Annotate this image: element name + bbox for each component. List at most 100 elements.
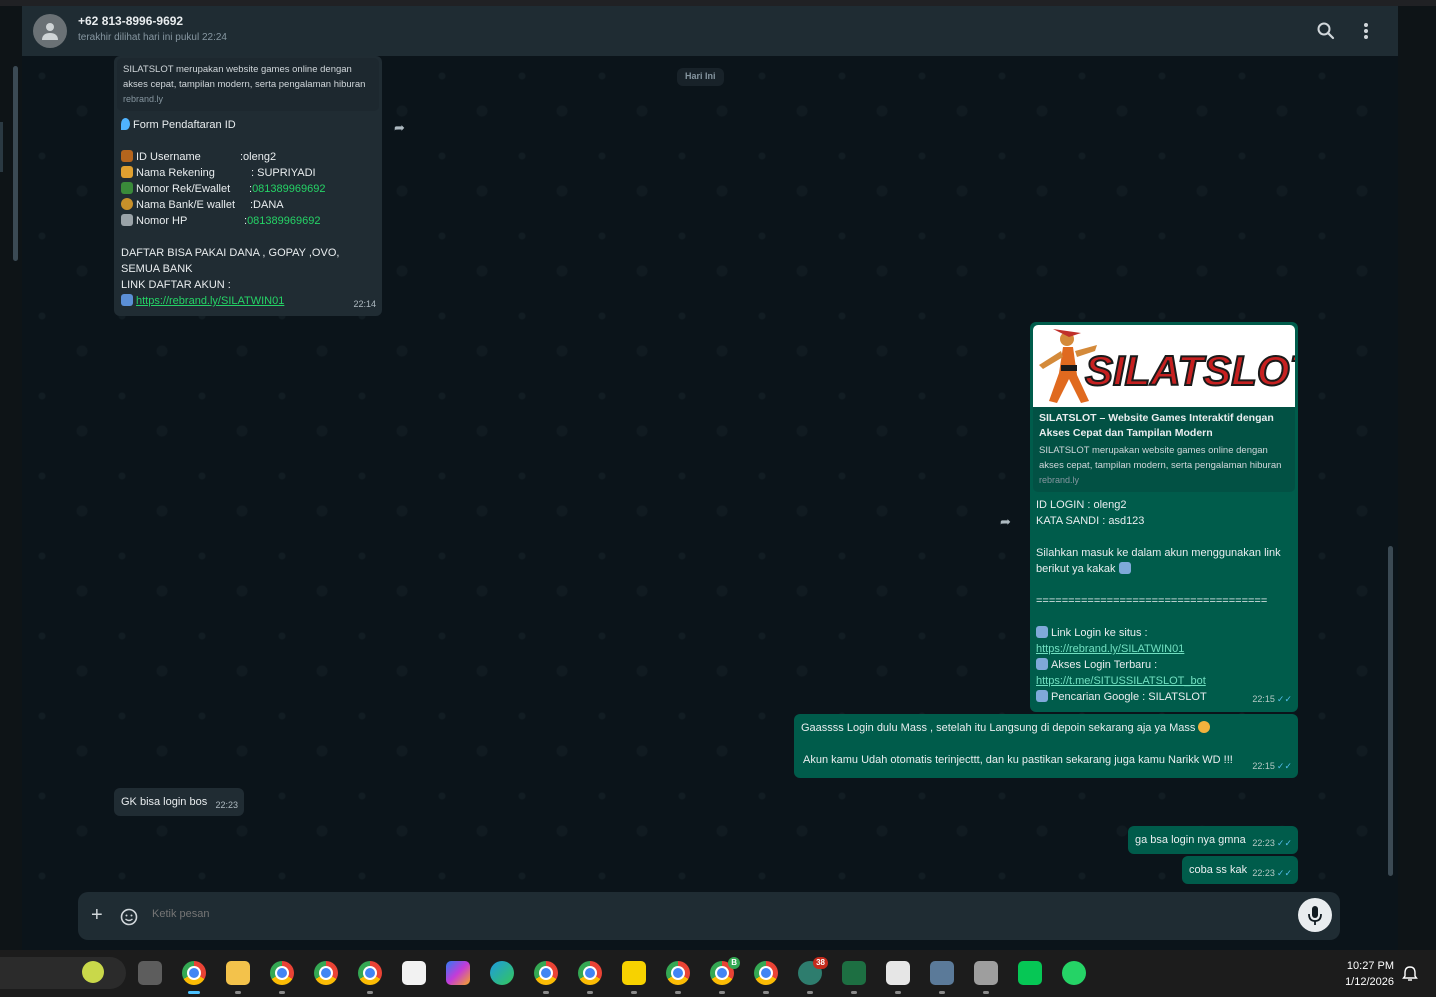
- line-app-icon[interactable]: [1018, 961, 1042, 985]
- arrow-down-icon: [1118, 562, 1131, 574]
- message-text: ga bsa login nya gmna: [1135, 834, 1246, 846]
- chrome-profile-icon[interactable]: [358, 961, 382, 994]
- message-input[interactable]: [152, 908, 1252, 920]
- outgoing-message[interactable]: ga bsa login nya gmna 22:23 ✓✓: [1128, 826, 1298, 854]
- file-explorer-icon[interactable]: [226, 961, 250, 994]
- chrome-profile-icon[interactable]: [754, 961, 778, 994]
- login-link[interactable]: https://rebrand.ly/SILATWIN01: [1036, 643, 1184, 655]
- taskbar-search[interactable]: [0, 957, 126, 989]
- double-check-icon: ✓✓: [1276, 838, 1292, 848]
- chrome-profile-icon[interactable]: [666, 961, 690, 994]
- last-seen-status: terakhir dilihat hari ini pukul 22:24: [78, 32, 227, 43]
- profile-badge: B: [728, 957, 740, 969]
- contact-avatar[interactable]: [33, 14, 67, 48]
- text-editor-icon[interactable]: [886, 961, 910, 994]
- microphone-icon: [1308, 906, 1322, 925]
- task-view-icon[interactable]: [138, 961, 162, 985]
- message-text: Akun kamu Udah otomatis terinjecttt, dan…: [803, 754, 1233, 766]
- right-panel-edge: [1398, 6, 1436, 950]
- arrow-right-icon: [121, 294, 133, 306]
- edge-icon[interactable]: [490, 961, 514, 985]
- phone-number-link[interactable]: 081389969692: [247, 215, 320, 227]
- svg-text:SILATSLOT: SILATSLOT: [1085, 347, 1295, 394]
- incoming-message[interactable]: GK bisa login bos 22:23: [114, 788, 244, 816]
- windows-taskbar: B 38 10:27 PM 1/12/2026: [0, 950, 1436, 997]
- microsoft-store-icon[interactable]: [402, 961, 426, 985]
- attach-plus-icon[interactable]: +: [91, 904, 103, 927]
- syringe-icon: [121, 214, 133, 226]
- excel-icon[interactable]: [842, 961, 866, 994]
- form-title: Form Pendaftaran ID: [133, 119, 236, 131]
- play-icon: [1036, 626, 1048, 638]
- voice-record-button[interactable]: [1298, 898, 1332, 932]
- field-value: :DANA: [250, 199, 284, 211]
- telegram-bot-link[interactable]: https://t.me/SITUSSILATSLOT_bot: [1036, 675, 1206, 687]
- silatslot-logo: SILATSLOT: [1039, 329, 1295, 403]
- copilot-icon[interactable]: [446, 961, 470, 985]
- notification-bell-icon[interactable]: [1402, 965, 1418, 981]
- field-label: ID Username: [136, 151, 201, 163]
- sticky-notes-icon[interactable]: [622, 961, 646, 994]
- forward-icon[interactable]: ➦: [394, 120, 414, 136]
- smiling-face-icon: [1198, 721, 1211, 733]
- register-link[interactable]: https://rebrand.ly/SILATWIN01: [136, 295, 284, 307]
- phone-number-link[interactable]: 081389969692: [252, 183, 325, 195]
- droplet-icon: [121, 118, 130, 130]
- field-label: Nomor Rek/Ewallet: [136, 183, 231, 195]
- system-clock[interactable]: 10:27 PM 1/12/2026: [1330, 958, 1394, 990]
- search-icon[interactable]: [1315, 20, 1337, 42]
- link-preview-domain: rebrand.ly: [123, 94, 164, 104]
- calculator-icon[interactable]: [974, 961, 998, 994]
- message-time: 22:15 ✓✓: [1252, 691, 1292, 707]
- message-body: Form Pendaftaran ID ID Username :oleng2 N…: [114, 111, 382, 309]
- id-badge-icon: [121, 150, 133, 162]
- chrome-profile-icon[interactable]: [578, 961, 602, 994]
- left-panel-edge: [0, 6, 22, 950]
- link-preview[interactable]: SILATSLOT merupakan website games online…: [117, 58, 379, 111]
- message-time: 22:15 ✓✓: [1252, 758, 1292, 774]
- whatsapp-icon[interactable]: [1062, 961, 1086, 985]
- message-text: DAFTAR BISA PAKAI DANA , GOPAY ,OVO, SEM…: [121, 247, 340, 275]
- message-time: 22:23 ✓✓: [1252, 835, 1292, 851]
- field-value: : SUPRIYADI: [251, 167, 316, 179]
- whatsapp-business-icon[interactable]: 38: [798, 957, 828, 994]
- pencil-icon: [121, 166, 133, 178]
- snipping-tool-icon[interactable]: [930, 961, 954, 994]
- message-time: 22:14: [353, 299, 376, 309]
- field-label: Nomor HP: [136, 215, 188, 227]
- chrome-profile-icon[interactable]: [270, 961, 294, 994]
- left-scrollbar[interactable]: [13, 66, 18, 261]
- link-preview[interactable]: SILATSLOT SILATSLOT – Website Games Inte…: [1033, 325, 1295, 492]
- chrome-icon[interactable]: [182, 961, 206, 994]
- message-text: LINK DAFTAR AKUN :: [121, 279, 231, 291]
- outgoing-message-login-info[interactable]: SILATSLOT SILATSLOT – Website Games Inte…: [1030, 322, 1298, 712]
- incoming-message-registration[interactable]: SILATSLOT merupakan website games online…: [114, 56, 382, 316]
- login-id: ID LOGIN : oleng2: [1036, 499, 1127, 511]
- chat-scrollbar[interactable]: [1388, 546, 1393, 876]
- forward-icon[interactable]: ➦: [1000, 514, 1020, 530]
- chrome-profile-icon[interactable]: [534, 961, 558, 994]
- whatsapp-chat-window: +62 813-8996-9692 terakhir dilihat hari …: [22, 6, 1398, 950]
- more-vertical-icon[interactable]: [1355, 20, 1377, 42]
- silatslot-banner-image: SILATSLOT: [1033, 325, 1295, 407]
- person-icon: [42, 23, 58, 40]
- play-icon: [1036, 690, 1048, 702]
- date-separator: Hari Ini: [677, 68, 724, 86]
- sticker-icon[interactable]: [120, 908, 138, 926]
- divider-text: ====================================: [1036, 595, 1268, 607]
- link-label: Link Login ke situs :: [1051, 627, 1148, 639]
- message-list[interactable]: Hari Ini SILATSLOT merupakan website gam…: [22, 56, 1398, 892]
- contact-name[interactable]: +62 813-8996-9692: [78, 14, 183, 28]
- message-text: coba ss kak: [1189, 864, 1248, 876]
- notification-badge: 38: [813, 957, 828, 969]
- outgoing-message-instructions[interactable]: Gaassss Login dulu Mass , setelah itu La…: [794, 714, 1298, 778]
- field-value: :oleng2: [240, 151, 277, 163]
- outgoing-message[interactable]: coba ss kak 22:23 ✓✓: [1182, 856, 1298, 884]
- play-icon: [1036, 658, 1048, 670]
- message-time: 22:23 ✓✓: [1252, 865, 1292, 881]
- chrome-profile-icon[interactable]: [314, 961, 338, 985]
- chrome-profile-icon[interactable]: B: [710, 957, 740, 994]
- money-bag-icon: [121, 198, 133, 210]
- double-check-icon: ✓✓: [1276, 868, 1292, 878]
- chat-header[interactable]: +62 813-8996-9692 terakhir dilihat hari …: [22, 6, 1398, 56]
